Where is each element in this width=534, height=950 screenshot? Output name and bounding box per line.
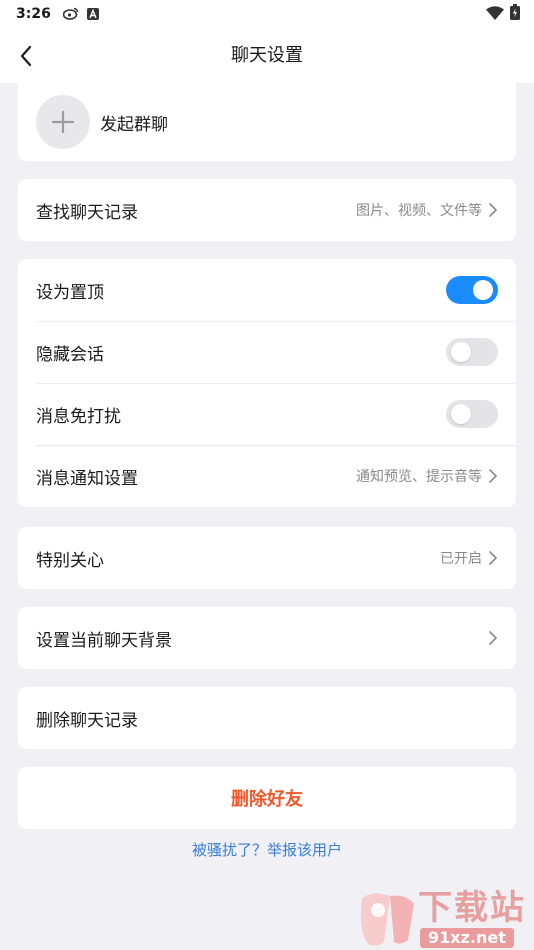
chevron-left-icon xyxy=(20,45,32,67)
delete-friend-button[interactable]: 删除好友 xyxy=(18,767,516,829)
delete-friend-card: 删除好友 xyxy=(18,767,516,829)
chevron-right-icon xyxy=(489,469,497,483)
back-button[interactable] xyxy=(10,40,42,72)
mute-label: 消息免打扰 xyxy=(36,406,121,427)
delete-history-label: 删除聊天记录 xyxy=(36,710,138,731)
start-group-chat-row[interactable]: 发起群聊 xyxy=(18,83,516,161)
pin-chat-row: 设为置顶 xyxy=(18,259,516,321)
chat-background-card: 设置当前聊天背景 xyxy=(18,607,516,669)
watermark-url: 91xz.net xyxy=(420,928,514,948)
battery-icon xyxy=(510,4,520,24)
special-care-status: 已开启 xyxy=(440,551,482,567)
delete-friend-label: 删除好友 xyxy=(231,789,303,810)
chat-background-label: 设置当前聊天背景 xyxy=(36,630,172,651)
report-user-link[interactable]: 被骚扰了？举报该用户 xyxy=(0,839,534,860)
chevron-right-icon xyxy=(489,631,497,645)
start-group-chat-label: 发起群聊 xyxy=(100,114,168,135)
toggle-knob xyxy=(451,342,471,362)
search-history-label: 查找聊天记录 xyxy=(36,202,138,223)
hide-chat-row: 隐藏会话 xyxy=(18,321,516,383)
search-history-hint: 图片、视频、文件等 xyxy=(356,203,482,219)
plus-icon xyxy=(51,110,75,134)
search-history-card: 查找聊天记录 图片、视频、文件等 xyxy=(18,179,516,241)
chat-background-row[interactable]: 设置当前聊天背景 xyxy=(18,607,516,669)
hide-chat-label: 隐藏会话 xyxy=(36,344,104,365)
status-time: 3:26 xyxy=(16,6,51,22)
notification-settings-row[interactable]: 消息通知设置 通知预览、提示音等 xyxy=(18,445,516,507)
special-care-card: 特别关心 已开启 xyxy=(18,527,516,589)
chat-options-card: 设为置顶 隐藏会话 消息免打扰 消息通知设置 通知预览、提示音等 xyxy=(18,259,516,507)
special-care-label: 特别关心 xyxy=(36,550,104,571)
watermark: 下载站 91xz.net xyxy=(354,890,530,948)
mute-toggle[interactable] xyxy=(446,400,498,428)
pin-chat-label: 设为置顶 xyxy=(36,282,104,303)
delete-history-card: 删除聊天记录 xyxy=(18,687,516,749)
page-title: 聊天设置 xyxy=(231,45,303,66)
chevron-right-icon xyxy=(489,551,497,565)
search-history-row[interactable]: 查找聊天记录 图片、视频、文件等 xyxy=(18,179,516,241)
toggle-knob xyxy=(473,280,493,300)
delete-history-row[interactable]: 删除聊天记录 xyxy=(18,687,516,749)
watermark-title: 下载站 xyxy=(418,888,526,928)
add-group-button[interactable] xyxy=(36,95,90,149)
mute-row: 消息免打扰 xyxy=(18,383,516,445)
group-chat-card: 发起群聊 xyxy=(18,83,516,161)
watermark-logo-icon xyxy=(360,893,414,946)
notification-a-icon xyxy=(86,5,99,24)
pin-chat-toggle[interactable] xyxy=(446,276,498,304)
special-care-row[interactable]: 特别关心 已开启 xyxy=(18,527,516,589)
notification-settings-label: 消息通知设置 xyxy=(36,468,138,489)
nav-bar: 聊天设置 xyxy=(0,28,534,83)
hide-chat-toggle[interactable] xyxy=(446,338,498,366)
wifi-icon xyxy=(486,5,504,24)
chevron-right-icon xyxy=(489,203,497,217)
toggle-knob xyxy=(451,404,471,424)
weibo-icon xyxy=(62,5,79,24)
notification-settings-hint: 通知预览、提示音等 xyxy=(356,469,482,485)
status-bar: 3:26 xyxy=(0,0,534,28)
